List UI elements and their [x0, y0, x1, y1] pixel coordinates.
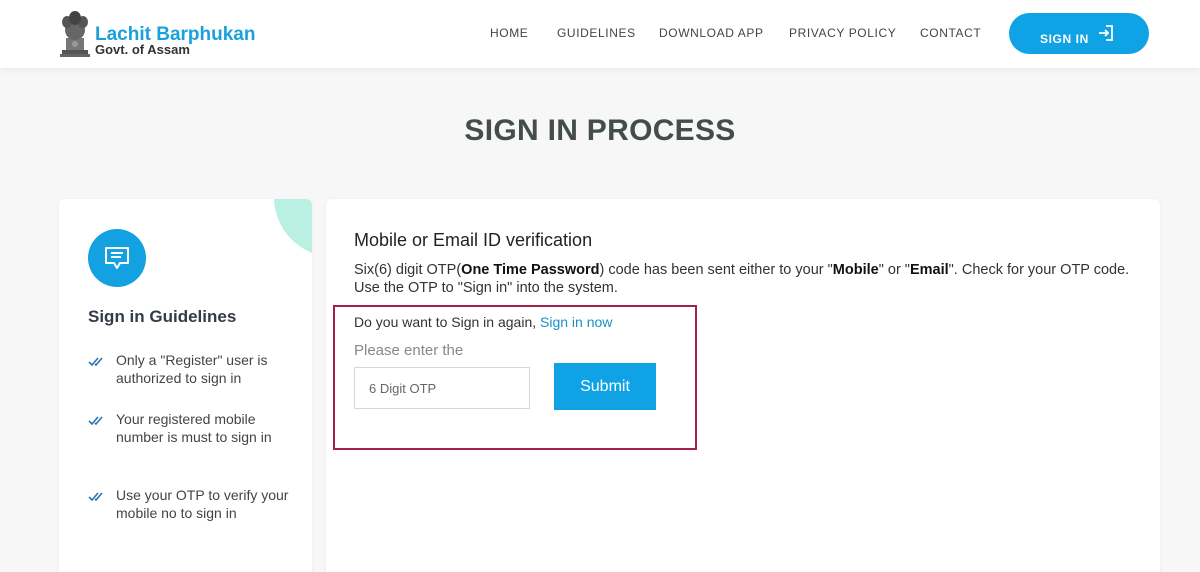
nav-guidelines[interactable]: GUIDELINES: [557, 26, 636, 40]
site-logo[interactable]: Lachit Barphukan Govt. of Assam: [57, 8, 257, 60]
chat-bubble-icon: [88, 229, 146, 287]
sign-in-button[interactable]: SIGN IN: [1009, 13, 1149, 54]
guidelines-card: Sign in Guidelines Only a "Register" use…: [59, 199, 312, 572]
nav-contact[interactable]: CONTACT: [920, 26, 981, 40]
desc-bold: One Time Password: [461, 262, 600, 278]
desc-bold: Mobile: [832, 262, 879, 278]
double-check-icon: [88, 357, 103, 367]
logo-subtitle: Govt. of Assam: [95, 42, 190, 57]
guideline-text: Use your OTP to verify your mobile no to…: [116, 487, 289, 521]
double-check-icon: [88, 492, 103, 502]
page-title: SIGN IN PROCESS: [464, 114, 736, 147]
site-header: Lachit Barphukan Govt. of Assam HOME GUI…: [0, 0, 1200, 68]
sign-in-label: SIGN IN: [1040, 32, 1089, 46]
desc-text: Six(6) digit OTP(: [354, 262, 462, 278]
submit-button[interactable]: Submit: [554, 363, 656, 410]
otp-input[interactable]: [354, 367, 530, 409]
desc-text: ) code has been sent either to your ": [599, 262, 833, 278]
sign-in-now-link[interactable]: Sign in now: [540, 314, 612, 330]
verification-card: Mobile or Email ID verification Six(6) d…: [326, 199, 1160, 572]
verification-title: Mobile or Email ID verification: [354, 230, 593, 250]
verification-description: Six(6) digit OTP(One Time Password) code…: [354, 261, 1144, 297]
desc-text: " or ": [878, 262, 910, 278]
desc-bold: Email: [909, 262, 949, 278]
national-emblem-icon: [60, 11, 90, 57]
sign-in-arrow-icon: [1099, 25, 1113, 41]
decorative-circle: [274, 199, 312, 257]
otp-label: Please enter the: [354, 342, 464, 359]
sign-in-again-row: Do you want to Sign in again, Sign in no…: [354, 314, 612, 330]
guideline-text: Your registered mobile number is must to…: [116, 411, 272, 445]
double-check-icon: [88, 416, 103, 426]
nav-home[interactable]: HOME: [490, 26, 528, 40]
nav-download-app[interactable]: DOWNLOAD APP: [659, 26, 764, 40]
guideline-text: Only a "Register" user is authorized to …: [116, 352, 268, 386]
nav-privacy-policy[interactable]: PRIVACY POLICY: [789, 26, 896, 40]
sign-in-again-text: Do you want to Sign in again,: [354, 314, 541, 330]
guidelines-title: Sign in Guidelines: [88, 307, 237, 326]
